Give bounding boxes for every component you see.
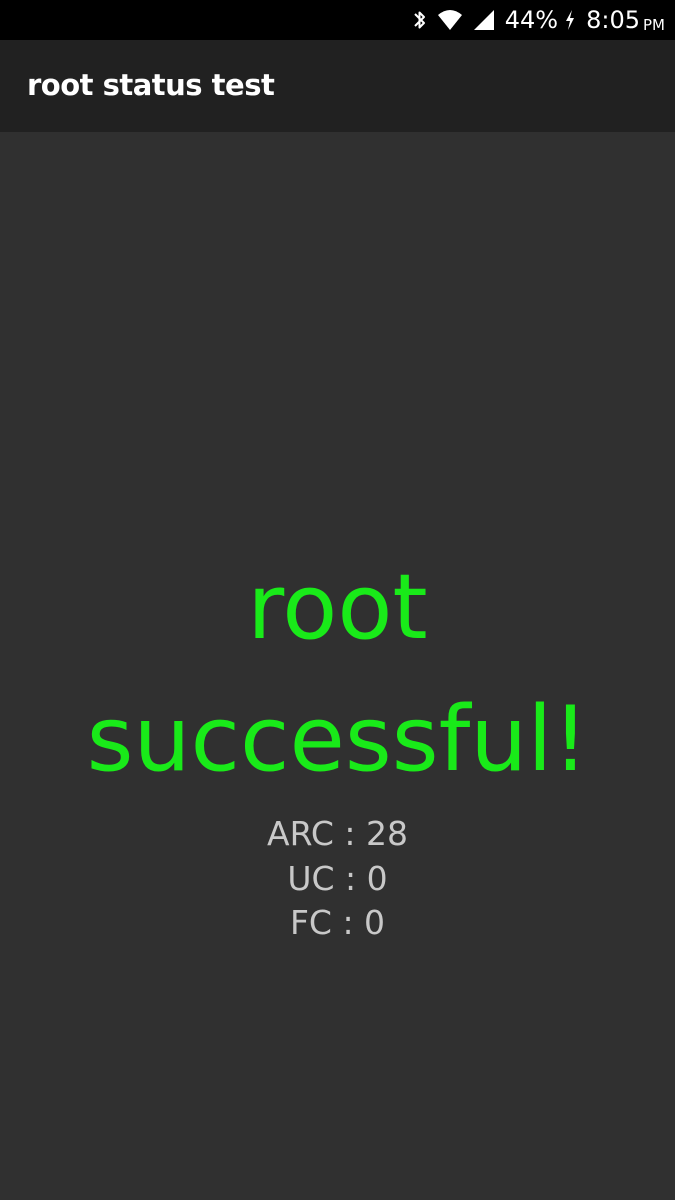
stat-arc: ARC : 28: [267, 814, 408, 853]
app-bar: root status test: [0, 40, 675, 132]
result-line-root: root: [247, 555, 428, 660]
app-title: root status test: [27, 68, 275, 102]
battery-percent: 44%: [504, 6, 559, 34]
clock-time: 8:05: [586, 6, 640, 34]
stat-fc: FC : 0: [289, 903, 386, 942]
bluetooth-icon: [413, 8, 427, 32]
main-content: root successful! ARC : 28 UC : 0 FC : 0: [0, 132, 675, 1200]
clock-ampm: PM: [643, 16, 665, 34]
status-bar: 44% 8:05 PM: [0, 0, 675, 40]
result-line-successful: successful!: [86, 687, 589, 792]
charging-icon: [564, 9, 576, 31]
clock: 8:05 PM: [586, 6, 665, 34]
cell-signal-icon: [473, 9, 495, 31]
status-icons: 44% 8:05 PM: [413, 0, 665, 40]
wifi-icon: [437, 9, 463, 31]
stat-uc: UC : 0: [287, 859, 388, 898]
